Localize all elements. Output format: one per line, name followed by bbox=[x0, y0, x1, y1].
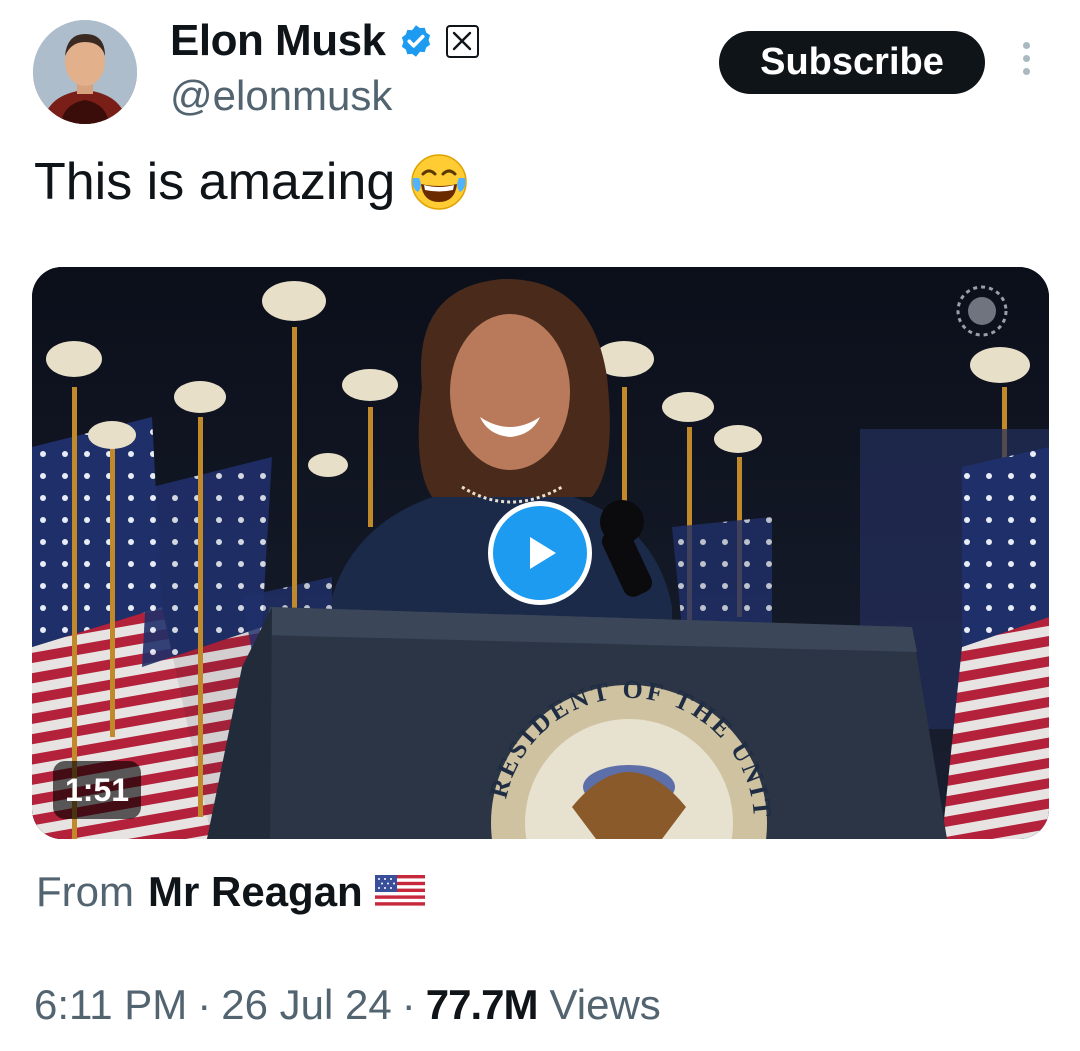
tweet-body: This is amazing bbox=[34, 153, 396, 211]
separator-dot: · bbox=[197, 981, 212, 1028]
x-logo-icon[interactable] bbox=[445, 24, 479, 58]
views-label: Views bbox=[549, 981, 661, 1028]
tweet-text: This is amazing bbox=[34, 152, 469, 212]
video-duration: 1:51 bbox=[53, 761, 142, 819]
face-with-tears-of-joy-icon bbox=[411, 154, 467, 210]
subscribe-button[interactable]: Subscribe bbox=[719, 31, 985, 94]
author-name-row: Elon Musk bbox=[170, 14, 479, 68]
tweet-time[interactable]: 6:11 PM bbox=[34, 981, 187, 1029]
video-attribution: From Mr Reagan bbox=[36, 868, 425, 916]
tweet-date[interactable]: 26 Jul 24 bbox=[221, 981, 391, 1029]
play-icon[interactable] bbox=[488, 501, 592, 605]
author-block: Elon Musk @elonmusk bbox=[170, 14, 479, 120]
avatar-image bbox=[33, 20, 137, 124]
author-avatar[interactable] bbox=[33, 20, 137, 124]
video-player[interactable]: RESIDENT OF THE UNITED S 1:51 bbox=[32, 267, 1049, 839]
verified-badge-icon[interactable] bbox=[398, 23, 434, 59]
more-vertical-icon[interactable] bbox=[1012, 42, 1040, 82]
views-count[interactable]: 77.7M bbox=[426, 981, 539, 1029]
from-label: From bbox=[36, 868, 134, 915]
author-name[interactable]: Elon Musk bbox=[170, 16, 386, 66]
us-flag-icon bbox=[374, 875, 425, 909]
tweet-meta: 6:11 PM · 26 Jul 24 · 77.7M Views bbox=[34, 981, 661, 1029]
author-handle[interactable]: @elonmusk bbox=[170, 72, 479, 120]
source-account-link[interactable]: Mr Reagan bbox=[148, 868, 363, 916]
separator-dot: · bbox=[401, 981, 416, 1028]
